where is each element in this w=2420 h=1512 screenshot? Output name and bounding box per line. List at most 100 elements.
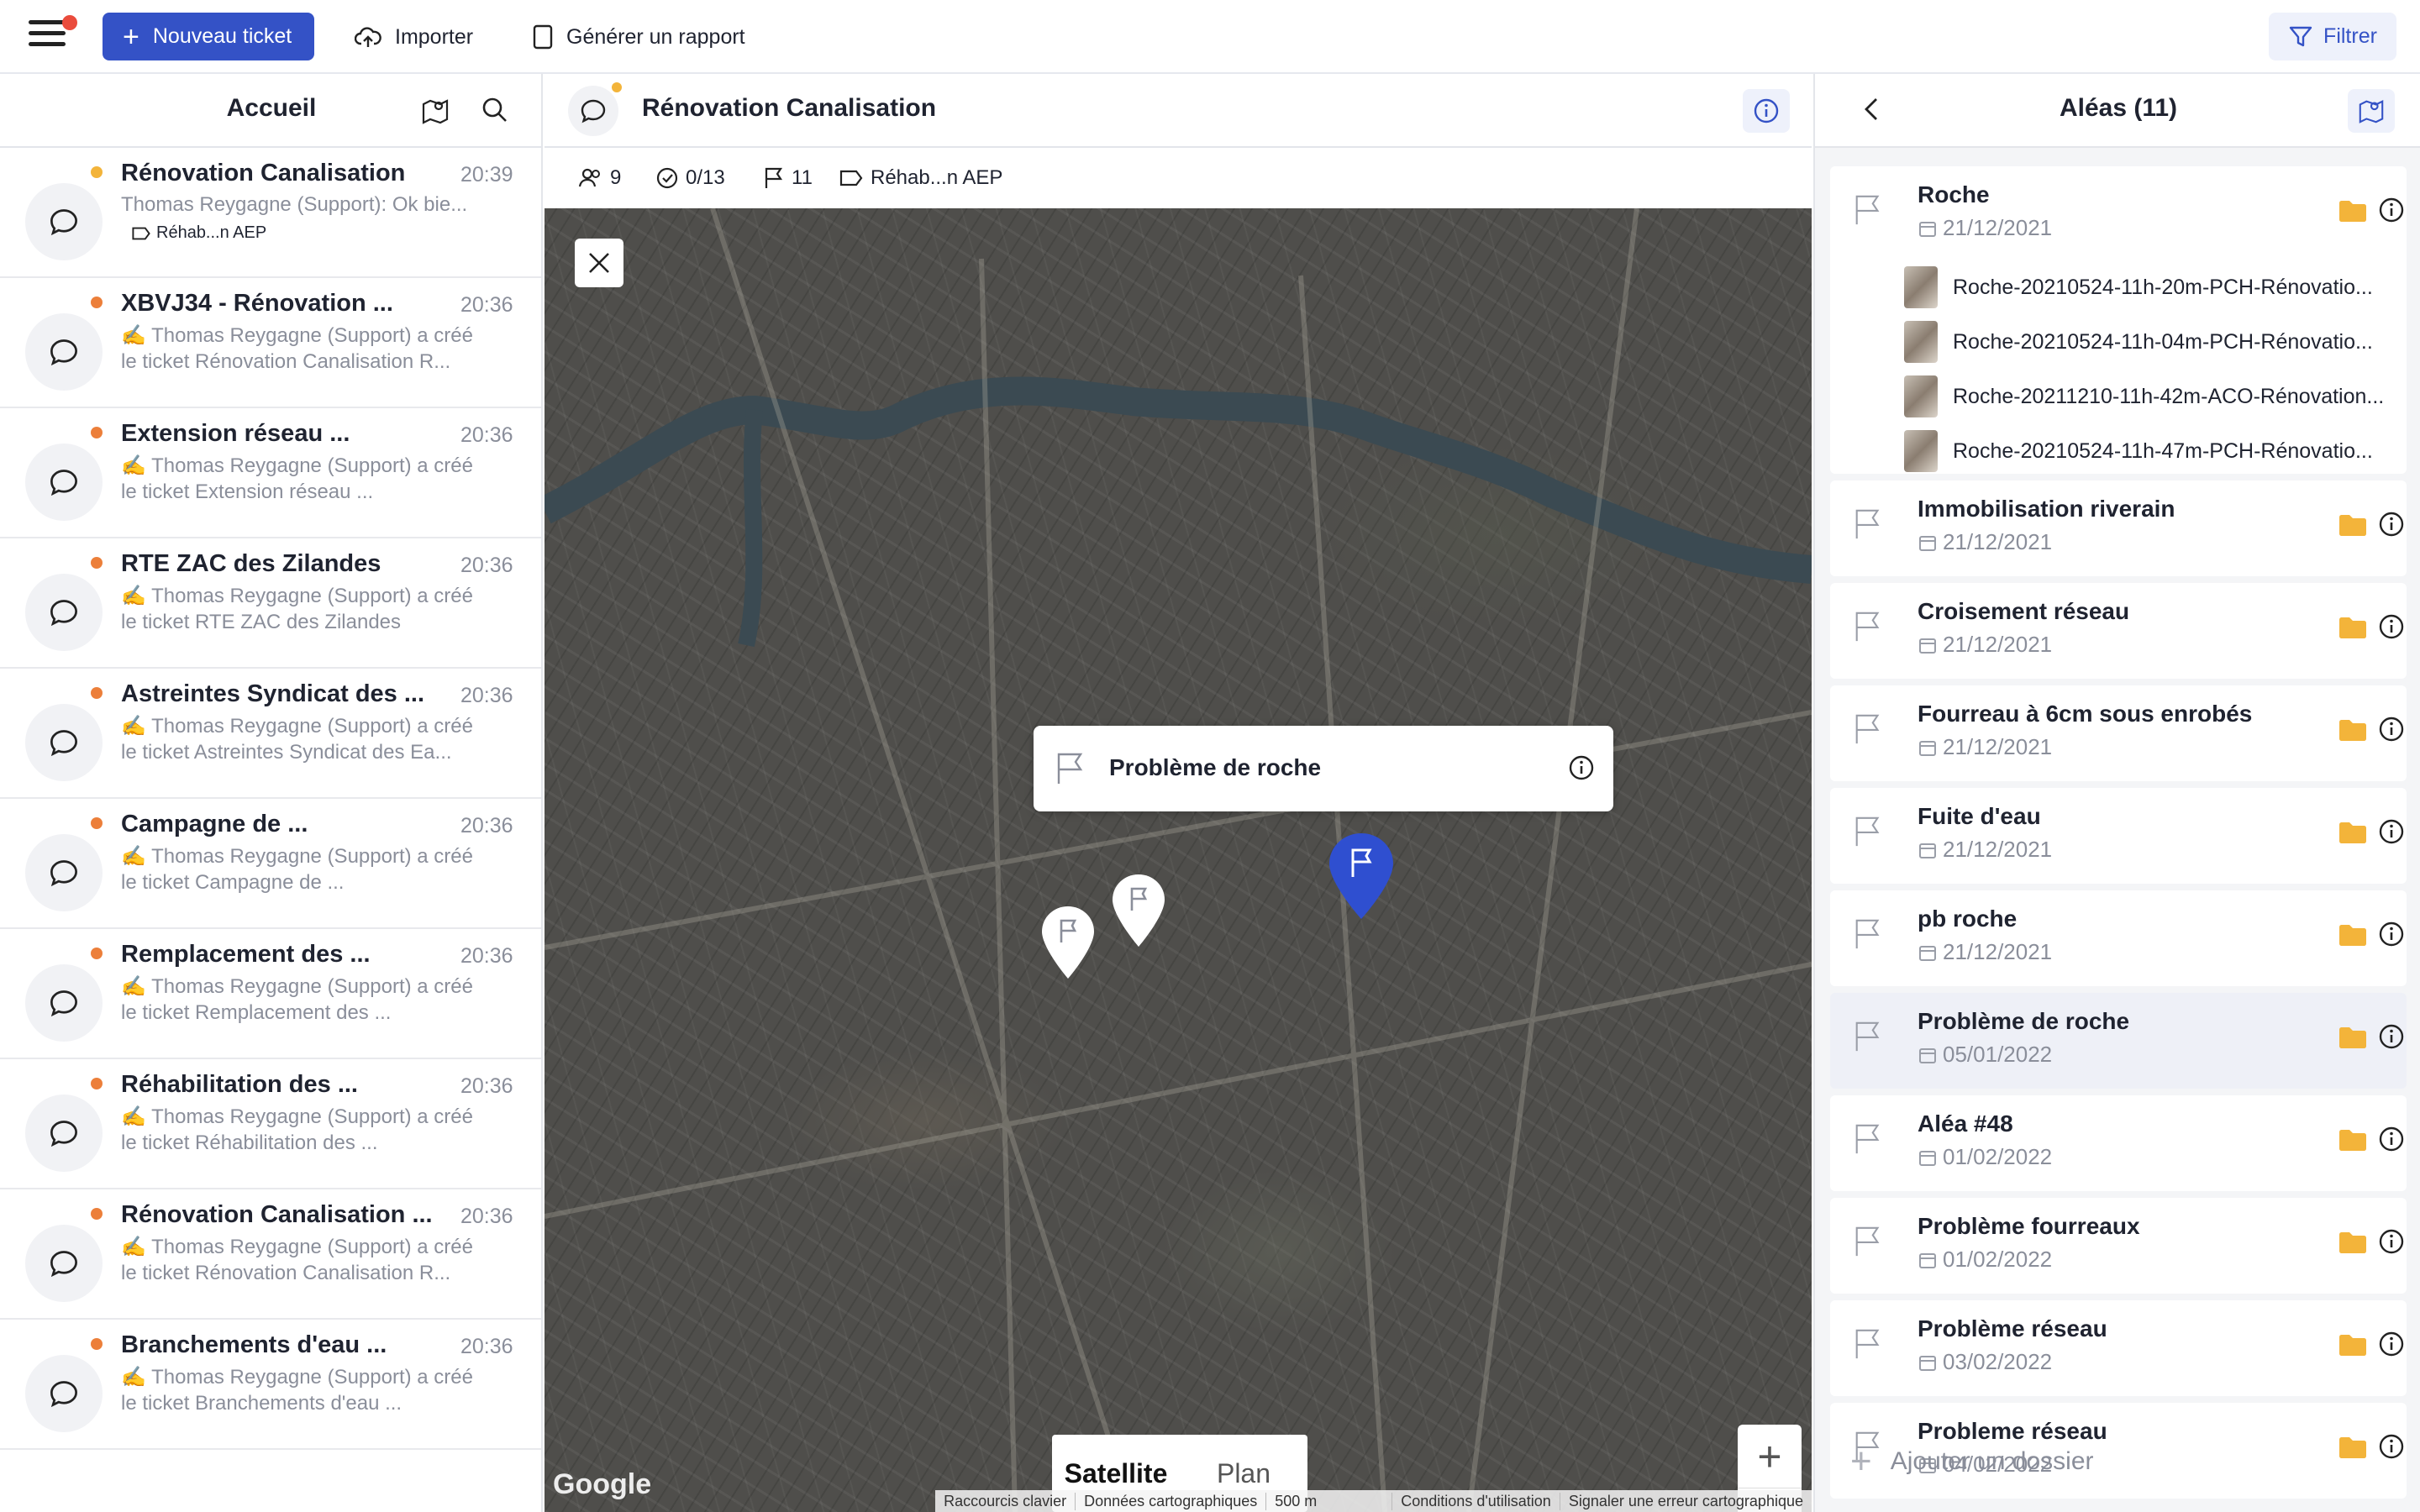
info-icon[interactable] [2378, 921, 2405, 952]
info-icon[interactable] [2378, 1331, 2405, 1362]
menu-icon[interactable] [29, 15, 77, 54]
calendar-icon [1919, 1355, 1936, 1371]
folder-icon[interactable] [2338, 922, 2368, 952]
new-ticket-button[interactable]: + Nouveau ticket [103, 13, 314, 60]
attachment-item[interactable]: Roche-20210524-11h-20m-PCH-Rénovatio... [1904, 264, 2373, 311]
calendar-icon [1919, 945, 1936, 961]
selected-map-marker[interactable] [1326, 830, 1397, 922]
attachment-item[interactable]: Roche-20210524-11h-47m-PCH-Rénovatio... [1904, 428, 2373, 475]
folder-icon[interactable] [2338, 1025, 2368, 1054]
members-chip[interactable]: 9 [578, 161, 621, 195]
info-icon[interactable] [2378, 1228, 2405, 1259]
add-folder-button[interactable]: + Ajouter un dossier [1830, 1428, 2407, 1495]
info-icon[interactable] [2378, 1023, 2405, 1054]
close-map-button[interactable] [575, 239, 623, 287]
ticket-item[interactable]: Rénovation Canalisation 20:39 Thomas Rey… [0, 148, 541, 278]
incident-item[interactable]: Immobilisation riverain 21/12/2021 [1830, 480, 2407, 576]
incident-item[interactable]: Croisement réseau 21/12/2021 [1830, 583, 2407, 679]
incident-date-value: 21/12/2021 [1943, 939, 2053, 964]
incident-item[interactable]: Fuite d'eau 21/12/2021 [1830, 788, 2407, 884]
folder-icon[interactable] [2338, 198, 2368, 228]
ticket-time: 20:36 [460, 554, 513, 577]
chat-bubble-icon [25, 313, 103, 391]
info-icon[interactable] [2378, 1126, 2405, 1157]
ticket-time: 20:36 [460, 944, 513, 968]
incident-item[interactable]: Problème réseau 03/02/2022 [1830, 1300, 2407, 1396]
tasks-chip[interactable]: 0/13 [655, 161, 725, 195]
incident-date-value: 21/12/2021 [1943, 215, 2053, 240]
tag-icon [839, 170, 863, 186]
ticket-detail-panel: Rénovation Canalisation 9 0/13 11 Réhab.… [544, 74, 1812, 1512]
ticket-last-message: ✍️ Thomas Reygagne (Support) a créé [121, 585, 473, 607]
folder-icon[interactable] [2338, 615, 2368, 644]
filter-label: Filtrer [2323, 24, 2377, 48]
ticket-item[interactable]: Astreintes Syndicat des ... 20:36 ✍️ Tho… [0, 669, 541, 799]
map-attribution: Raccourcis clavier Données cartographiqu… [935, 1490, 1812, 1512]
ticket-item[interactable]: Réhabilitation des ... 20:36 ✍️ Thomas R… [0, 1059, 541, 1189]
folder-icon[interactable] [2338, 820, 2368, 849]
info-button[interactable] [1743, 89, 1790, 133]
import-button[interactable]: Importer [355, 18, 473, 55]
generate-report-button[interactable]: Générer un rapport [533, 18, 745, 55]
incident-item[interactable]: pb roche 21/12/2021 [1830, 890, 2407, 986]
incident-item[interactable]: Aléa #48 01/02/2022 [1830, 1095, 2407, 1191]
ticket-item[interactable]: Campagne de ... 20:36 ✍️ Thomas Reygagne… [0, 799, 541, 929]
flags-chip[interactable]: 11 [763, 161, 813, 195]
report-error-link[interactable]: Signaler une erreur cartographique [1559, 1492, 1812, 1510]
map-view-button[interactable] [2348, 89, 2395, 133]
incident-item[interactable]: Roche 21/12/2021 Roche-20210524-11h-20m-… [1830, 166, 2407, 474]
info-icon[interactable] [2378, 197, 2405, 228]
zoom-in-button[interactable]: + [1738, 1425, 1802, 1488]
folder-icon[interactable] [2338, 1127, 2368, 1157]
ticket-tag-label: Réhab...n AEP [156, 223, 267, 242]
satellite-map[interactable]: Problème de roche + − Satellite Plan Goo… [544, 208, 1812, 1512]
tag-icon [132, 227, 150, 239]
incident-item[interactable]: Problème fourreaux 01/02/2022 [1830, 1198, 2407, 1294]
map-marker[interactable] [1039, 904, 1097, 981]
info-icon[interactable] [2378, 716, 2405, 747]
ticket-time: 20:36 [460, 684, 513, 707]
document-icon [533, 24, 553, 50]
map-marker-popup[interactable]: Problème de roche [1034, 726, 1613, 811]
keyboard-shortcuts-link[interactable]: Raccourcis clavier [935, 1493, 1075, 1510]
search-icon[interactable] [481, 96, 509, 124]
google-logo: Google [553, 1468, 652, 1500]
ticket-title: Rénovation Canalisation ... [121, 1201, 433, 1228]
flag-icon [1852, 1327, 1886, 1365]
folder-icon[interactable] [2338, 717, 2368, 747]
info-icon[interactable] [1568, 754, 1595, 781]
scale-label[interactable]: 500 m [1265, 1492, 1392, 1510]
info-icon[interactable] [2378, 511, 2405, 542]
ticket-last-message-cont: le ticket Campagne de ... [121, 871, 345, 894]
ticket-item[interactable]: Rénovation Canalisation ... 20:36 ✍️ Tho… [0, 1189, 541, 1320]
ticket-item[interactable]: XBVJ34 - Rénovation ... 20:36 ✍️ Thomas … [0, 278, 541, 408]
ticket-item[interactable]: RTE ZAC des Zilandes 20:36 ✍️ Thomas Rey… [0, 538, 541, 669]
map-data-link[interactable]: Données cartographiques [1075, 1492, 1265, 1510]
attachment-thumbnail [1904, 430, 1938, 472]
unread-dot [91, 557, 103, 569]
folder-icon[interactable] [2338, 512, 2368, 542]
calendar-icon [1919, 1150, 1936, 1166]
ticket-item[interactable]: Remplacement des ... 20:36 ✍️ Thomas Rey… [0, 929, 541, 1059]
tag-chip[interactable]: Réhab...n AEP [839, 161, 1002, 195]
info-icon[interactable] [2378, 818, 2405, 849]
flag-icon [1852, 610, 1886, 648]
attachment-item[interactable]: Roche-20211210-11h-42m-ACO-Rénovation... [1904, 373, 2384, 420]
terms-link[interactable]: Conditions d'utilisation [1392, 1492, 1560, 1510]
folder-icon[interactable] [2338, 1230, 2368, 1259]
ticket-item[interactable]: Extension réseau ... 20:36 ✍️ Thomas Rey… [0, 408, 541, 538]
check-circle-icon [656, 167, 678, 189]
ticket-item[interactable]: Branchements d'eau ... 20:36 ✍️ Thomas R… [0, 1320, 541, 1450]
incident-item[interactable]: Fourreau à 6cm sous enrobés 21/12/2021 [1830, 685, 2407, 781]
ticket-header: Rénovation Canalisation [544, 74, 1812, 148]
flag-icon [1852, 917, 1886, 955]
map-marker[interactable] [1109, 872, 1168, 949]
filter-button[interactable]: Filtrer [2269, 13, 2396, 60]
ticket-last-message-cont: le ticket Rénovation Canalisation R... [121, 1262, 451, 1284]
map-icon[interactable] [420, 96, 450, 126]
attachment-item[interactable]: Roche-20210524-11h-04m-PCH-Rénovatio... [1904, 318, 2373, 365]
info-icon[interactable] [2378, 613, 2405, 644]
incident-item[interactable]: Problème de roche 05/01/2022 [1830, 993, 2407, 1089]
folder-icon[interactable] [2338, 1332, 2368, 1362]
incident-date-value: 01/02/2022 [1943, 1144, 2053, 1169]
